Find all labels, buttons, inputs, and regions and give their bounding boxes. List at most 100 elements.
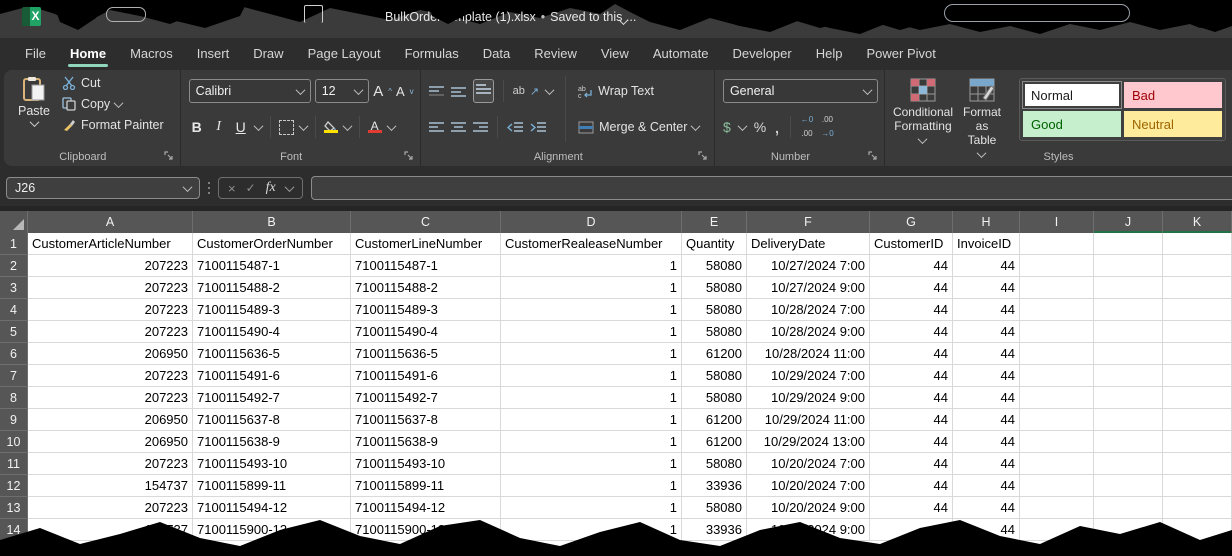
font-name-combobox[interactable]: Calibri (189, 79, 311, 103)
cell-G14[interactable]: 44 (870, 519, 953, 541)
cell-C13[interactable]: 7100115494-12 (351, 497, 501, 519)
cell-I13[interactable] (1020, 497, 1094, 519)
cell-J7[interactable] (1094, 365, 1163, 387)
cell-F5[interactable]: 10/28/2024 9:00 (747, 321, 870, 343)
cell-A10[interactable]: 206950 (28, 431, 193, 453)
cell-C10[interactable]: 7100115638-9 (351, 431, 501, 453)
cell-E5[interactable]: 58080 (682, 321, 747, 343)
paste-button[interactable]: Paste (12, 76, 56, 132)
insert-function-icon[interactable]: fx (266, 180, 276, 196)
column-header-B[interactable]: B (193, 211, 351, 233)
font-color-chevron-icon[interactable] (386, 121, 396, 131)
currency-format-button[interactable]: $ (723, 119, 731, 135)
alignment-dialog-launcher-icon[interactable] (698, 151, 708, 161)
cell-C8[interactable]: 7100115492-7 (351, 387, 501, 409)
cell-I7[interactable] (1020, 365, 1094, 387)
align-left-icon[interactable] (429, 121, 444, 134)
column-header-G[interactable]: G (870, 211, 953, 233)
cell-G10[interactable]: 44 (870, 431, 953, 453)
cell-I3[interactable] (1020, 277, 1094, 299)
row-header-3[interactable]: 3 (0, 277, 28, 299)
row-header-5[interactable]: 5 (0, 321, 28, 343)
row-header-11[interactable]: 11 (0, 453, 28, 475)
column-header-H[interactable]: H (953, 211, 1020, 233)
cell-C6[interactable]: 7100115636-5 (351, 343, 501, 365)
decrease-font-size-button[interactable]: Av (396, 84, 414, 99)
cell-F12[interactable]: 10/20/2024 7:00 (747, 475, 870, 497)
row-header-14[interactable]: 14 (0, 519, 28, 541)
cell-E4[interactable]: 58080 (682, 299, 747, 321)
cell-K12[interactable] (1163, 475, 1232, 497)
select-all-button[interactable] (0, 211, 28, 233)
clipboard-dialog-launcher-icon[interactable] (164, 151, 174, 161)
cell-D13[interactable]: 1 (501, 497, 682, 519)
tab-view[interactable]: View (590, 41, 640, 66)
comma-format-button[interactable]: , (774, 122, 780, 132)
cell-G5[interactable]: 44 (870, 321, 953, 343)
orientation-chevron-icon[interactable] (545, 85, 555, 95)
format-painter-button[interactable]: Format Painter (62, 118, 164, 132)
align-right-icon[interactable] (473, 121, 488, 134)
row-header-9[interactable]: 9 (0, 409, 28, 431)
cancel-icon[interactable]: × (228, 181, 236, 196)
cell-B11[interactable]: 7100115493-10 (193, 453, 351, 475)
cell-E3[interactable]: 58080 (682, 277, 747, 299)
font-dialog-launcher-icon[interactable] (404, 151, 414, 161)
cell-F10[interactable]: 10/29/2024 13:00 (747, 431, 870, 453)
cell-F4[interactable]: 10/28/2024 7:00 (747, 299, 870, 321)
cell-D9[interactable]: 1 (501, 409, 682, 431)
cell-H7[interactable]: 44 (953, 365, 1020, 387)
cell-G3[interactable]: 44 (870, 277, 953, 299)
cell-G8[interactable]: 44 (870, 387, 953, 409)
cell-B3[interactable]: 7100115488-2 (193, 277, 351, 299)
cell-C14[interactable]: 7100115900-13 (351, 519, 501, 541)
fill-color-chevron-icon[interactable] (342, 121, 352, 131)
cell-K9[interactable] (1163, 409, 1232, 431)
cell-D6[interactable]: 1 (501, 343, 682, 365)
cell-H14[interactable]: 44 (953, 519, 1020, 541)
cell-C7[interactable]: 7100115491-6 (351, 365, 501, 387)
column-header-D[interactable]: D (501, 211, 682, 233)
cell-H1[interactable]: InvoiceID (953, 233, 1020, 255)
cell-K7[interactable] (1163, 365, 1232, 387)
cell-I11[interactable] (1020, 453, 1094, 475)
cell-I2[interactable] (1020, 255, 1094, 277)
column-header-J[interactable]: J (1094, 211, 1163, 233)
font-size-combobox[interactable]: 12 (315, 79, 370, 103)
cell-D8[interactable]: 1 (501, 387, 682, 409)
cell-E10[interactable]: 61200 (682, 431, 747, 453)
row-header-10[interactable]: 10 (0, 431, 28, 453)
cell-C9[interactable]: 7100115637-8 (351, 409, 501, 431)
cell-C2[interactable]: 7100115487-1 (351, 255, 501, 277)
cell-J8[interactable] (1094, 387, 1163, 409)
cell-B5[interactable]: 7100115490-4 (193, 321, 351, 343)
cell-K11[interactable] (1163, 453, 1232, 475)
cell-C11[interactable]: 7100115493-10 (351, 453, 501, 475)
orientation-button[interactable]: ab↗ (513, 85, 539, 98)
cell-D14[interactable]: 1 (501, 519, 682, 541)
column-header-E[interactable]: E (682, 211, 747, 233)
cell-A14[interactable]: 154737 (28, 519, 193, 541)
cell-I14[interactable] (1020, 519, 1094, 541)
column-header-I[interactable]: I (1020, 211, 1094, 233)
cell-K14[interactable] (1163, 519, 1232, 541)
cell-B10[interactable]: 7100115638-9 (193, 431, 351, 453)
increase-decimal-button[interactable]: ←0.00 (801, 113, 813, 141)
tab-review[interactable]: Review (523, 41, 588, 66)
cell-I1[interactable] (1020, 233, 1094, 255)
cell-B13[interactable]: 7100115494-12 (193, 497, 351, 519)
fx-chevron-icon[interactable] (284, 182, 294, 192)
autosave-toggle-fragment[interactable] (106, 7, 146, 22)
cell-A9[interactable]: 206950 (28, 409, 193, 431)
cell-J14[interactable] (1094, 519, 1163, 541)
cell-J9[interactable] (1094, 409, 1163, 431)
cell-B14[interactable]: 7100115900-13 (193, 519, 351, 541)
font-color-button[interactable]: A (368, 121, 382, 133)
column-header-F[interactable]: F (747, 211, 870, 233)
name-box[interactable]: J26 (6, 177, 200, 199)
tab-home[interactable]: Home (59, 41, 117, 66)
cell-F11[interactable]: 10/20/2024 7:00 (747, 453, 870, 475)
cell-D1[interactable]: CustomerRealeaseNumber (501, 233, 682, 255)
cell-K8[interactable] (1163, 387, 1232, 409)
row-header-13[interactable]: 13 (0, 497, 28, 519)
